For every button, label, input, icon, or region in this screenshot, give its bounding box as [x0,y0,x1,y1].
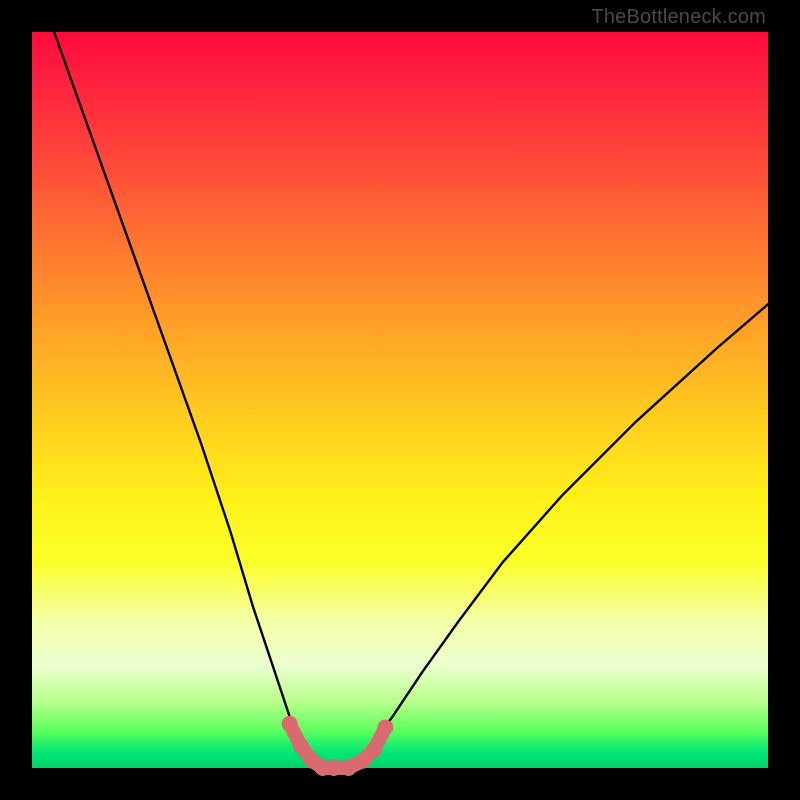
valley-dot [293,738,309,754]
valley-dot [366,742,382,758]
valley-dot [341,760,357,776]
valley-dots [282,716,394,776]
chart-svg [32,32,768,768]
bottleneck-curve [54,32,768,768]
watermark-text: TheBottleneck.com [591,6,766,29]
valley-dot [377,720,393,736]
chart-frame: TheBottleneck.com [0,0,800,800]
valley-dot [326,760,342,776]
valley-dot [282,716,298,732]
